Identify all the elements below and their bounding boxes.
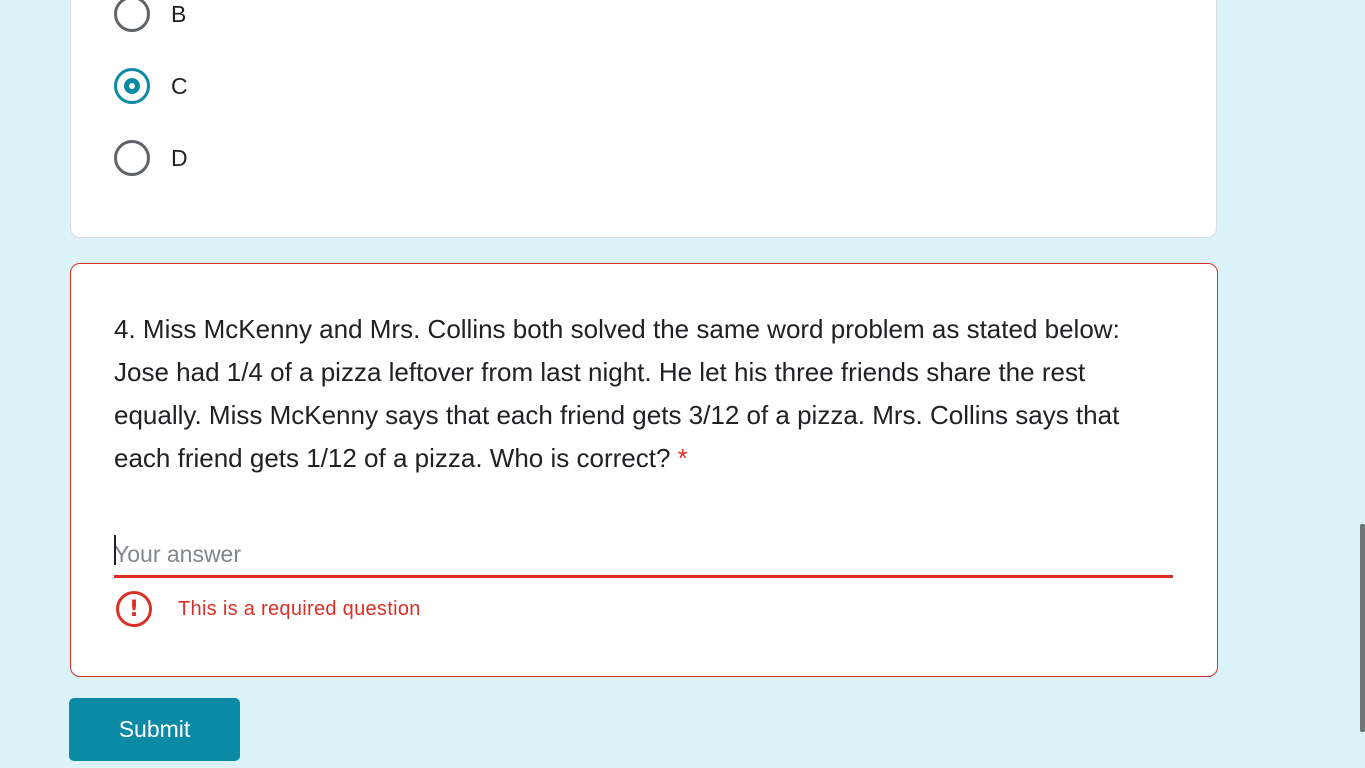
option-b-label: B bbox=[171, 0, 187, 27]
submit-button[interactable]: Submit bbox=[69, 698, 240, 761]
option-c[interactable]: C bbox=[114, 66, 414, 106]
radio-c-checked[interactable] bbox=[114, 68, 150, 104]
question-4-text: 4. Miss McKenny and Mrs. Collins both so… bbox=[114, 308, 1174, 480]
option-c-label: C bbox=[171, 72, 188, 99]
answer-field-wrapper bbox=[114, 530, 1173, 578]
answer-input[interactable] bbox=[114, 530, 1173, 574]
question-4-body: 4. Miss McKenny and Mrs. Collins both so… bbox=[114, 314, 1120, 473]
question-3-card: B C D bbox=[70, 0, 1217, 238]
error-row: ! This is a required question bbox=[116, 591, 421, 627]
option-b[interactable]: B bbox=[114, 0, 414, 34]
error-icon: ! bbox=[116, 591, 152, 627]
question-4-card: 4. Miss McKenny and Mrs. Collins both so… bbox=[70, 263, 1218, 677]
required-asterisk: * bbox=[677, 443, 688, 473]
option-d-label: D bbox=[171, 144, 188, 171]
text-caret bbox=[114, 535, 116, 565]
scrollbar-thumb[interactable] bbox=[1360, 524, 1365, 732]
option-d[interactable]: D bbox=[114, 138, 414, 178]
radio-d[interactable] bbox=[114, 140, 150, 176]
error-message: This is a required question bbox=[178, 597, 421, 620]
radio-b[interactable] bbox=[114, 0, 150, 32]
